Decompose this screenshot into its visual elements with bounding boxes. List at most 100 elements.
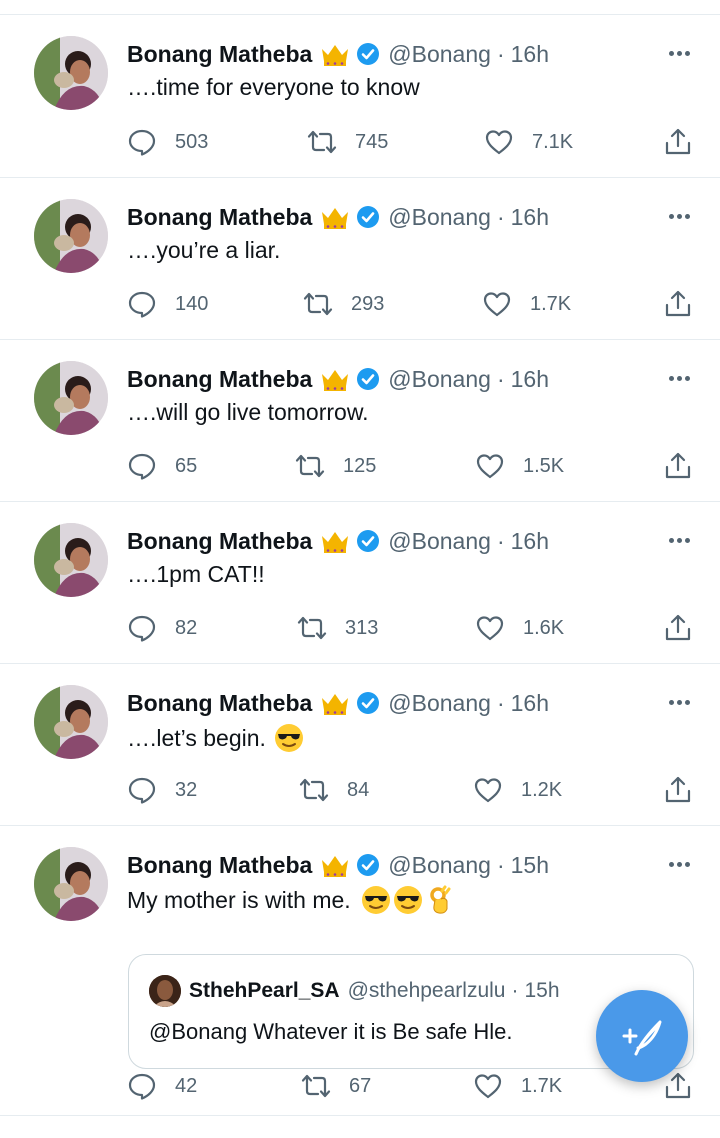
retweet-icon (299, 778, 329, 802)
more-options-icon[interactable] (666, 365, 692, 391)
timestamp[interactable]: 16h (511, 204, 549, 231)
author-handle[interactable]: @Bonang (388, 41, 491, 68)
reply-button[interactable]: 65 (127, 449, 197, 483)
tweet-text: ….let’s begin. (127, 723, 304, 753)
like-button[interactable]: 7.1K (484, 125, 573, 159)
like-icon (476, 616, 504, 641)
avatar[interactable] (34, 199, 108, 273)
author-name[interactable]: Bonang Matheba (127, 204, 312, 231)
retweet-count: 293 (351, 292, 385, 315)
crown-icon (322, 694, 349, 715)
more-options-icon[interactable] (666, 203, 692, 229)
reply-button[interactable]: 140 (127, 287, 208, 321)
author-name[interactable]: Bonang Matheba (127, 852, 312, 879)
share-button[interactable] (663, 125, 693, 159)
reply-button[interactable]: 42 (127, 1069, 197, 1103)
retweet-button[interactable]: 313 (297, 611, 378, 645)
verified-badge-icon (357, 854, 380, 876)
tweet[interactable]: Bonang Matheba @Bonang · 16h ….you’re a … (0, 177, 720, 340)
reply-icon (128, 453, 156, 480)
timestamp[interactable]: 15h (511, 852, 549, 879)
tweet[interactable]: Bonang Matheba @Bonang · 16h ….let’s beg… (0, 663, 720, 826)
more-options-icon[interactable] (666, 40, 692, 66)
retweet-icon (303, 292, 333, 316)
avatar[interactable] (34, 847, 108, 921)
author-handle[interactable]: @Bonang (388, 852, 491, 879)
share-button[interactable] (663, 611, 693, 645)
author-name[interactable]: Bonang Matheba (127, 41, 312, 68)
tweet-text: ….1pm CAT!! (127, 561, 265, 588)
tweet-text: ….time for everyone to know (127, 74, 420, 101)
quoted-tweet-text: @Bonang Whatever it is Be safe Hle. (149, 1019, 513, 1044)
more-options-icon[interactable] (666, 527, 692, 553)
reply-count: 65 (175, 454, 198, 477)
avatar[interactable] (34, 361, 108, 435)
like-button[interactable]: 1.7K (482, 287, 571, 321)
timestamp[interactable]: 16h (511, 366, 549, 393)
tweet-text: My mother is with me. (127, 885, 455, 915)
avatar-image (34, 847, 108, 921)
avatar-image (34, 523, 108, 597)
avatar[interactable] (34, 523, 108, 597)
quoted-avatar[interactable] (149, 975, 181, 1007)
quoted-timestamp[interactable]: 15h (524, 979, 559, 1003)
author-handle[interactable]: @Bonang (388, 528, 491, 555)
timestamp[interactable]: 16h (511, 690, 549, 717)
retweet-count: 313 (345, 616, 379, 639)
author-handle[interactable]: @Bonang (388, 204, 491, 231)
retweet-button[interactable]: 67 (301, 1069, 371, 1103)
author-name[interactable]: Bonang Matheba (127, 366, 312, 393)
share-icon (665, 614, 691, 641)
avatar-image (34, 685, 108, 759)
author-handle[interactable]: @Bonang (388, 366, 491, 393)
author-handle[interactable]: @Bonang (388, 690, 491, 717)
author-name[interactable]: Bonang Matheba (127, 528, 312, 555)
like-icon (483, 292, 511, 317)
share-icon (665, 452, 691, 479)
compose-tweet-button[interactable] (596, 990, 688, 1082)
reply-button[interactable]: 32 (127, 773, 197, 807)
more-options-icon[interactable] (666, 689, 692, 715)
like-count: 1.6K (523, 616, 565, 639)
like-button[interactable]: 1.7K (473, 1069, 562, 1103)
avatar[interactable] (34, 36, 108, 110)
separator-dot: · (496, 689, 505, 716)
sunglasses-emoji (274, 724, 303, 752)
like-count: 1.5K (523, 454, 565, 477)
tweet-text-content: ….1pm CAT!! (127, 561, 265, 587)
like-button[interactable]: 1.6K (475, 611, 564, 645)
share-button[interactable] (663, 773, 693, 807)
reply-icon (128, 777, 156, 804)
quoted-author-name[interactable]: SthehPearl_SA (189, 979, 340, 1003)
avatar-image (34, 36, 108, 110)
tweet-actions: 65 125 1.5K (127, 449, 697, 483)
retweet-button[interactable]: 125 (295, 449, 376, 483)
retweet-button[interactable]: 745 (307, 125, 388, 159)
retweet-button[interactable]: 84 (299, 773, 369, 807)
author-name[interactable]: Bonang Matheba (127, 690, 312, 717)
reply-button[interactable]: 503 (127, 125, 208, 159)
timestamp[interactable]: 16h (511, 528, 549, 555)
retweet-icon (307, 130, 337, 154)
reply-button[interactable]: 82 (127, 611, 197, 645)
timestamp[interactable]: 16h (511, 41, 549, 68)
like-button[interactable]: 1.5K (475, 449, 564, 483)
more-options-icon[interactable] (666, 851, 692, 877)
tweet-text-content: ….let’s begin. (127, 724, 266, 751)
quoted-author-handle[interactable]: @sthehpearlzulu (348, 979, 506, 1003)
share-button[interactable] (663, 449, 693, 483)
tweet[interactable]: Bonang Matheba @Bonang · 16h ….time for … (0, 14, 720, 178)
tweet[interactable]: Bonang Matheba @Bonang · 16h ….1pm CAT!!… (0, 501, 720, 664)
reply-icon (128, 291, 156, 318)
like-button[interactable]: 1.2K (473, 773, 562, 807)
tweet[interactable]: Bonang Matheba @Bonang · 16h ….will go l… (0, 339, 720, 502)
sunglasses-emoji (361, 886, 390, 914)
tweet-text-content: ….time for everyone to know (127, 74, 420, 100)
verified-badge-icon (357, 530, 380, 552)
crown-icon (322, 370, 349, 391)
retweet-button[interactable]: 293 (303, 287, 384, 321)
separator-dot: · (496, 40, 505, 67)
share-button[interactable] (663, 287, 693, 321)
avatar[interactable] (34, 685, 108, 759)
verified-badge-icon (357, 206, 380, 228)
